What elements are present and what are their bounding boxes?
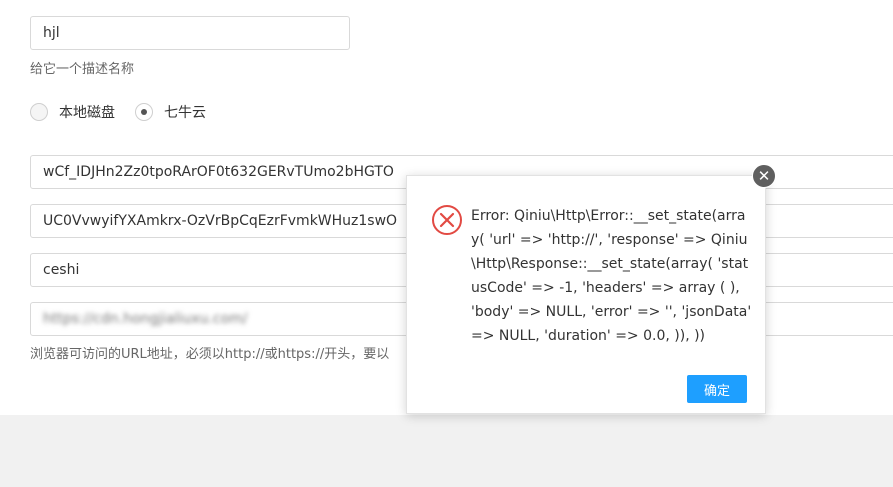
radio-local-disk[interactable]	[30, 103, 48, 121]
ok-button[interactable]: 确定	[687, 375, 747, 403]
name-input-value: hjl	[43, 25, 60, 41]
secret-key-value: UC0VvwyifYXAmkrx-OzVrBpCqEzrFvmkWHuz1swO	[43, 213, 398, 229]
name-hint: 给它一个描述名称	[30, 62, 135, 77]
footer-band	[0, 415, 893, 487]
access-key-value: wCf_IDJHn2Zz0tpoRArOF0t632GERvTUmo2bHGTO	[43, 164, 394, 180]
radio-qiniu-label[interactable]: 七牛云	[164, 102, 206, 122]
close-icon: ✕	[757, 166, 771, 185]
radio-qiniu[interactable]	[135, 103, 153, 121]
storage-type-radio-group: 本地磁盘 七牛云	[30, 102, 226, 122]
url-hint: 浏览器可访问的URL地址，必须以http://或https://开头，要以	[30, 347, 390, 362]
name-input[interactable]: hjl	[30, 16, 350, 50]
error-dialog: Error: Qiniu\Http\Error::__set_state(arr…	[406, 175, 766, 414]
error-circle-icon	[432, 205, 462, 235]
radio-local-disk-label[interactable]: 本地磁盘	[59, 102, 115, 122]
dialog-close-button[interactable]: ✕	[752, 164, 776, 188]
bucket-value: ceshi	[43, 262, 80, 278]
error-message: Error: Qiniu\Http\Error::__set_state(arr…	[471, 208, 752, 344]
url-value: https://cdn.hongjialiuxu.com/	[43, 311, 248, 327]
